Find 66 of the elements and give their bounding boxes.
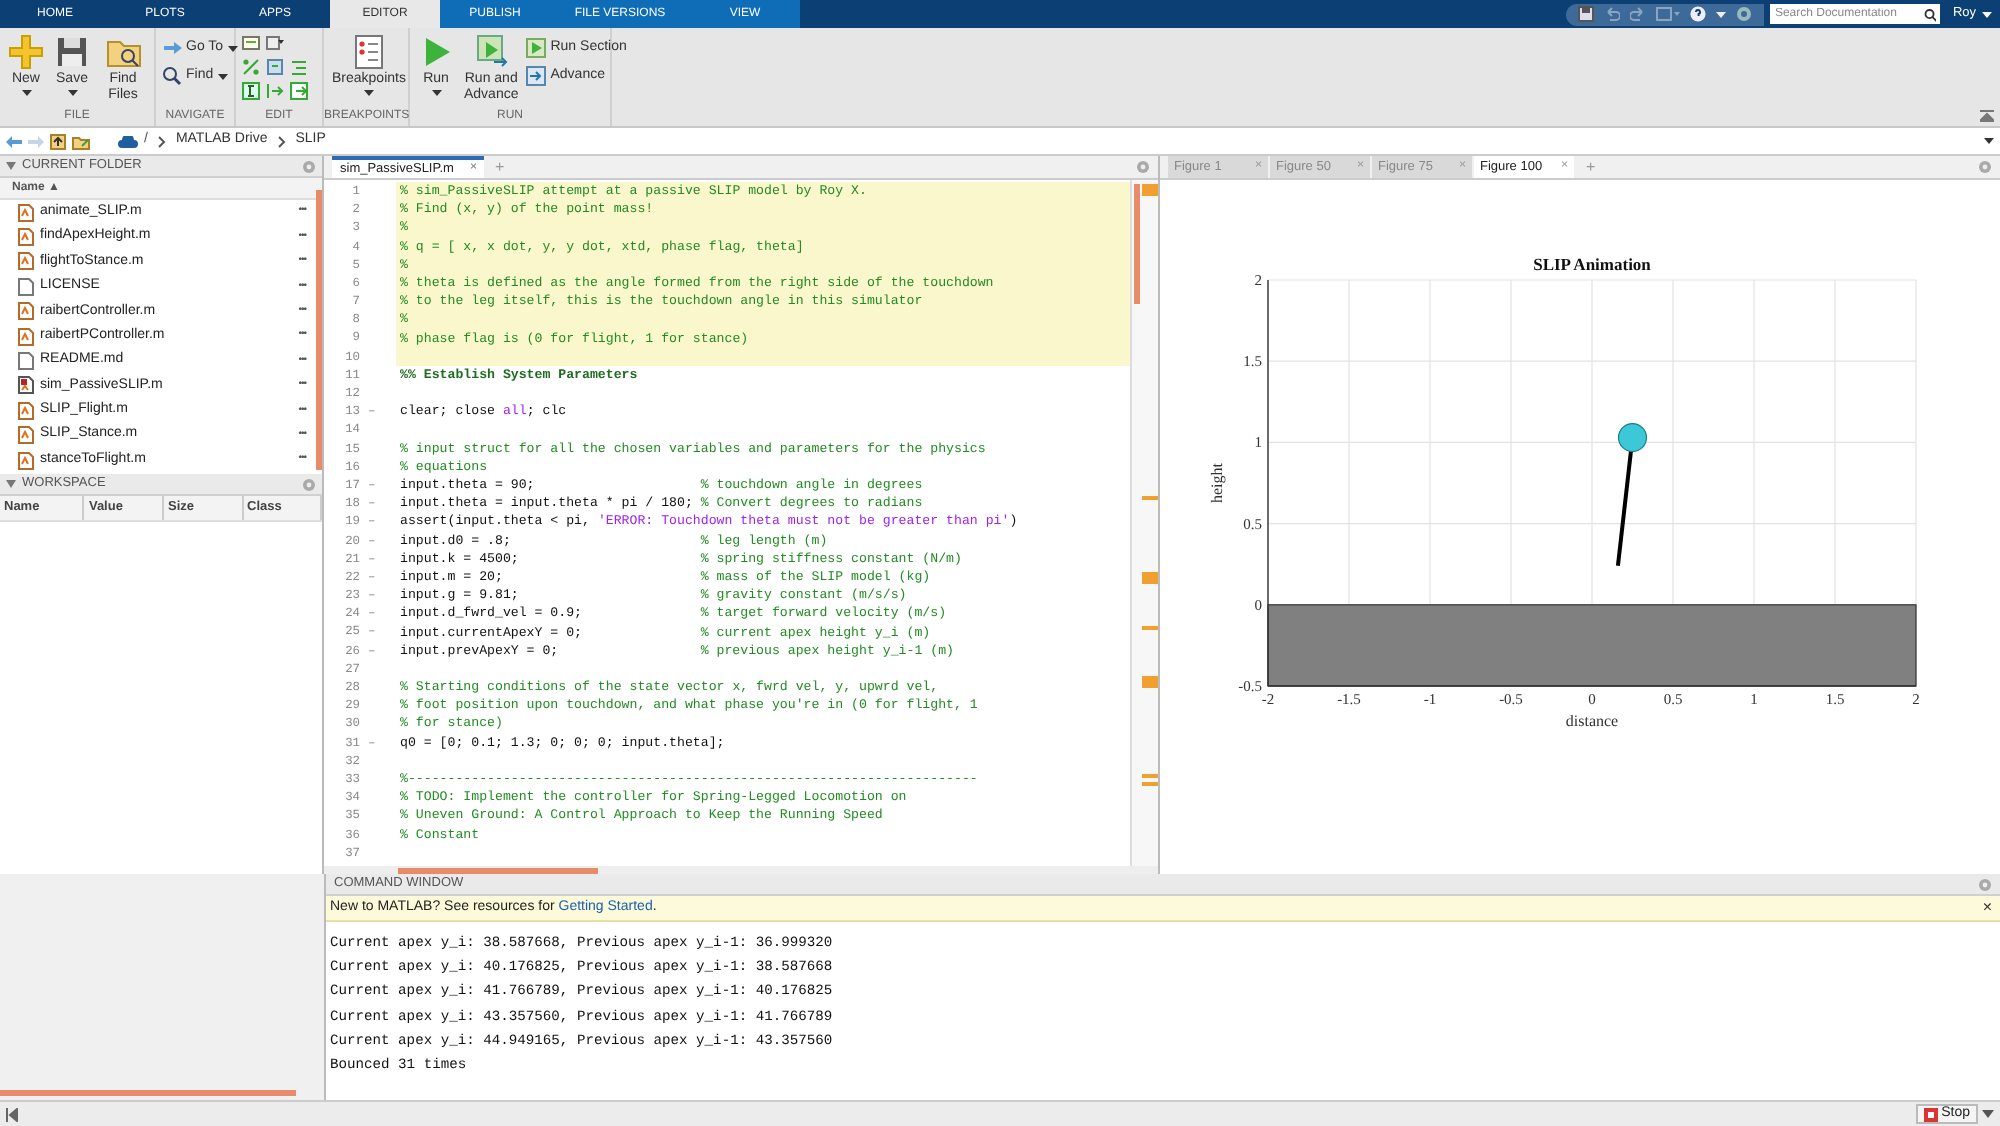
undo-icon[interactable]	[1604, 6, 1621, 22]
script-file-icon	[18, 228, 34, 247]
indent-menu-icon[interactable]	[266, 34, 284, 52]
collapse-ribbon-icon[interactable]	[1980, 110, 1994, 122]
settings-icon[interactable]	[1978, 877, 1992, 891]
settings-icon[interactable]	[1136, 160, 1150, 174]
axis-label: height	[1208, 463, 1226, 503]
search-icon	[162, 66, 182, 86]
script-file-icon	[18, 327, 34, 346]
script-file-icon	[18, 203, 34, 222]
wrap-comments-icon[interactable]	[290, 58, 308, 76]
caret-icon	[1716, 11, 1727, 17]
advance-icon	[526, 66, 547, 86]
script-file-icon	[18, 376, 34, 395]
collapse-icon[interactable]	[6, 1107, 18, 1121]
script-file-icon	[18, 302, 34, 321]
settings-icon[interactable]	[302, 159, 316, 173]
stop-icon	[1923, 1107, 1938, 1121]
chevron-icon	[157, 135, 166, 147]
comment-icon[interactable]	[242, 34, 260, 52]
warning-marker	[1142, 774, 1158, 778]
back-icon[interactable]	[6, 135, 22, 147]
outdent-icon[interactable]	[290, 82, 308, 100]
collapse-icon[interactable]	[6, 480, 16, 488]
redo-icon[interactable]	[1630, 6, 1647, 22]
plus-icon	[8, 34, 44, 70]
settings-icon[interactable]	[1736, 6, 1753, 22]
script-file-icon	[18, 401, 34, 420]
cloud-icon	[118, 135, 138, 147]
warning-marker	[1142, 626, 1158, 630]
chevron-icon	[277, 135, 286, 147]
caret-icon[interactable]	[1982, 1110, 1994, 1118]
browse-folder-icon[interactable]	[72, 133, 90, 149]
scrollbar-thumb	[1134, 184, 1140, 304]
chart-title: SLIP Animation	[1533, 254, 1651, 274]
uncomment-icon[interactable]	[266, 58, 284, 76]
arrow-icon	[162, 38, 182, 58]
script-file-icon	[18, 426, 34, 445]
search-icon	[1924, 7, 1937, 21]
script-file-icon	[18, 252, 34, 271]
settings-icon[interactable]	[302, 477, 316, 491]
script-file-icon	[18, 451, 34, 470]
warning-marker	[1142, 676, 1158, 688]
warning-marker	[1142, 496, 1158, 500]
function-icon[interactable]	[242, 82, 260, 100]
window-layout-icon[interactable]	[1656, 6, 1681, 22]
warning-marker	[1142, 782, 1158, 786]
caret-icon	[1982, 11, 1992, 17]
run-section-icon	[526, 38, 547, 58]
collapse-icon[interactable]	[6, 162, 16, 170]
save-icon[interactable]	[1578, 6, 1595, 22]
help-icon[interactable]	[1690, 6, 1707, 22]
axis-label: distance	[1565, 712, 1619, 730]
run-advance-icon	[473, 34, 510, 70]
mass-marker	[1617, 422, 1648, 453]
breakpoint-list-icon	[350, 34, 386, 70]
close-button[interactable]: ×	[1982, 896, 1992, 920]
up-folder-icon[interactable]	[50, 133, 66, 149]
indent-icon[interactable]	[266, 82, 284, 100]
percent-icon[interactable]	[242, 58, 260, 76]
caret-icon	[1984, 138, 1994, 144]
file-icon	[18, 277, 34, 296]
file-icon	[18, 352, 34, 371]
settings-icon[interactable]	[1978, 160, 1992, 174]
warning-marker	[1142, 184, 1158, 196]
warning-marker	[1142, 572, 1158, 584]
